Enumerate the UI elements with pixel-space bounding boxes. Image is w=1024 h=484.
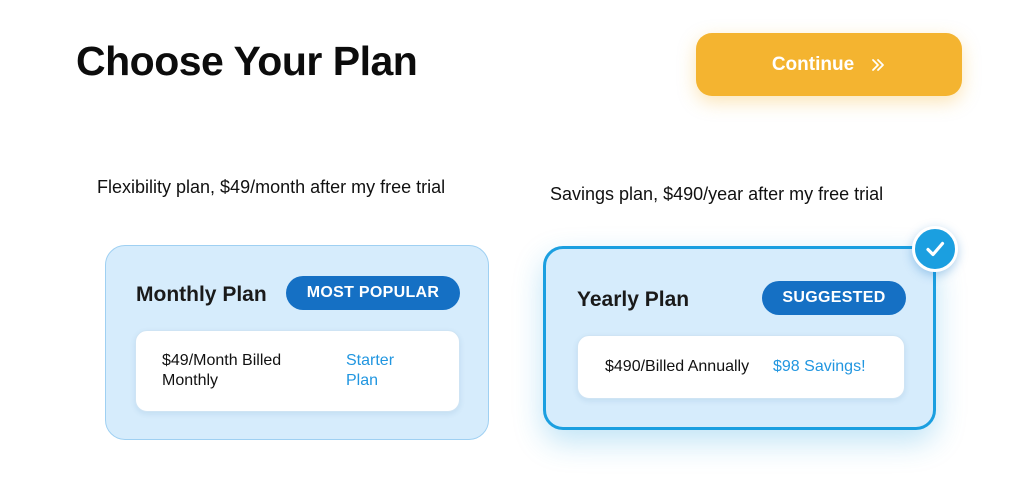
plan-name: Monthly Plan [136, 283, 267, 306]
monthly-plan-card[interactable]: Monthly Plan MOST POPULAR $49/Month Bill… [105, 245, 489, 440]
monthly-plan-caption: Flexibility plan, $49/month after my fre… [97, 177, 446, 197]
plan-tier-label: Starter Plan [346, 352, 395, 389]
plan-price: $490/Billed Annually [605, 358, 750, 375]
plan-selection-page: Choose Your Plan Continue Flexibility pl… [0, 0, 1024, 484]
suggested-badge: SUGGESTED [762, 281, 906, 315]
continue-button[interactable]: Continue [696, 33, 962, 96]
yearly-plan-card[interactable]: Yearly Plan SUGGESTED $490/Billed Annual… [543, 246, 936, 430]
plan-savings-label: $98 Savings! [773, 358, 866, 375]
plan-name: Yearly Plan [577, 288, 690, 311]
plan-price: $49/Month Billed Monthly [162, 352, 282, 389]
page-title: Choose Your Plan [76, 38, 418, 84]
most-popular-badge: MOST POPULAR [286, 276, 460, 310]
continue-button-label: Continue [771, 53, 855, 75]
yearly-plan-caption: Savings plan, $490/year after my free tr… [550, 184, 884, 204]
plan-details-box: $49/Month Billed Monthly Starter Plan [135, 330, 460, 412]
plan-details-box: $490/Billed Annually $98 Savings! [577, 335, 905, 399]
double-chevron-right-icon [870, 57, 886, 73]
checkmark-icon [912, 226, 958, 272]
